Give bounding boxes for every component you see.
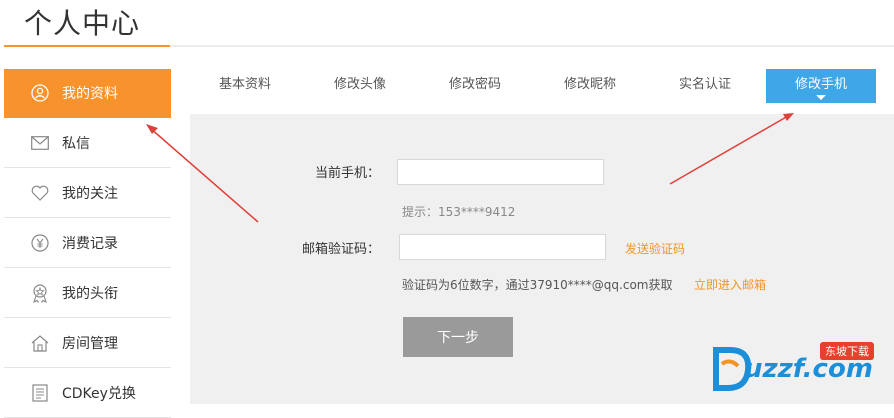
email-code-label: 邮箱验证码： [301,242,380,257]
tab-label: 修改昵称 [563,77,616,92]
sidebar-item-label: 我的头衔 [62,285,118,302]
phone-hint: 提示：153****9412 [402,205,516,219]
home-icon [30,333,50,353]
watermark-badge: 东坡下载 [820,342,874,360]
sidebar: 我的资料 私信 我的关注 消费记录 我的头衔 房间管理 CDKey兑换 [4,69,171,418]
tab-basic-info[interactable]: 基本资料 [190,69,300,103]
tab-label: 基本资料 [218,77,271,92]
code-hint: 验证码为6位数字，通过37910****@qq.com获取 [402,278,673,292]
tab-change-avatar[interactable]: 修改头像 [305,69,415,103]
sidebar-item-label: 房间管理 [62,335,118,352]
tab-change-nickname[interactable]: 修改昵称 [535,69,645,103]
document-icon [30,383,50,403]
sidebar-item-label: 我的资料 [62,86,118,102]
send-code-link[interactable]: 发送验证码 [625,240,685,257]
sidebar-item-cdkey[interactable]: CDKey兑换 [4,368,171,418]
next-step-button[interactable]: 下一步 [403,317,513,357]
tab-real-name-verification[interactable]: 实名认证 [650,69,760,103]
page-title: 个人中心 [24,7,141,40]
sidebar-item-spending[interactable]: 消费记录 [4,218,171,268]
tab-label: 修改密码 [448,77,501,92]
sidebar-item-titles[interactable]: 我的头衔 [4,268,171,318]
user-icon [30,83,50,103]
heart-icon [30,183,50,203]
phone-label: 当前手机： [314,166,380,181]
tab-label: 修改手机 [794,77,847,92]
sidebar-item-messages[interactable]: 私信 [4,118,171,168]
current-phone-input[interactable] [397,159,604,185]
tab-change-phone[interactable]: 修改手机 [766,69,876,103]
tab-label: 实名认证 [678,77,731,92]
tab-change-password[interactable]: 修改密码 [420,69,530,103]
medal-icon [30,283,50,303]
header-divider [170,45,894,47]
yen-icon [30,233,50,253]
enter-mailbox-link[interactable]: 立即进入邮箱 [694,276,766,293]
sidebar-item-label: 我的关注 [62,185,118,202]
sidebar-item-label: 消费记录 [62,235,118,252]
sidebar-item-follows[interactable]: 我的关注 [4,168,171,218]
sidebar-item-label: CDKey兑换 [62,385,136,402]
tab-bar: 基本资料 修改头像 修改密码 修改昵称 实名认证 修改手机 [190,69,894,103]
sidebar-item-label: 私信 [62,135,90,152]
title-underline [4,45,170,47]
email-code-input[interactable] [399,234,606,260]
caret-down-icon [816,95,826,100]
sidebar-item-room-management[interactable]: 房间管理 [4,318,171,368]
tab-label: 修改头像 [333,77,386,92]
sidebar-item-my-profile[interactable]: 我的资料 [4,69,171,118]
mail-icon [30,133,50,153]
watermark-logo: uzzf.com 东坡下载 [708,340,888,396]
